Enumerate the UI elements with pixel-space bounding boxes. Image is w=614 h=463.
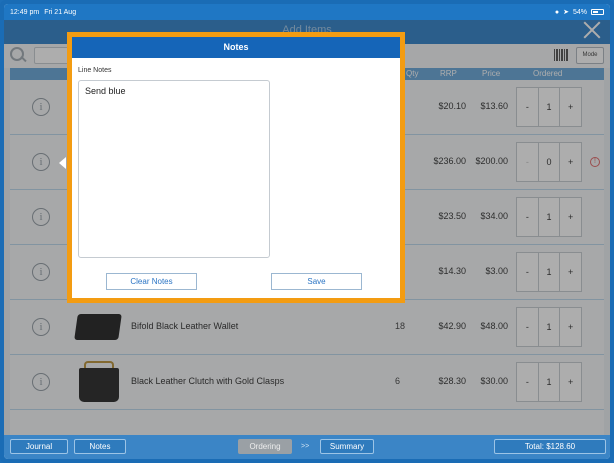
status-date: Fri 21 Aug bbox=[44, 8, 77, 16]
notes-modal: Notes Line Notes Send blue Clear Notes S… bbox=[67, 32, 405, 303]
notes-button[interactable]: Notes bbox=[74, 439, 126, 454]
bottom-toolbar: Journal Notes Ordering >> Summary Total:… bbox=[4, 435, 610, 459]
battery-icon bbox=[591, 9, 604, 15]
wifi-icon: ● bbox=[554, 8, 560, 16]
order-total[interactable]: Total: $128.60 bbox=[494, 439, 606, 454]
line-notes-field[interactable]: Send blue bbox=[78, 80, 270, 258]
line-notes-label: Line Notes bbox=[78, 67, 112, 74]
step-chevrons: >> bbox=[301, 443, 310, 450]
popover-arrow bbox=[59, 157, 66, 169]
modal-title: Notes bbox=[72, 37, 400, 58]
location-icon: ➤ bbox=[563, 9, 569, 16]
status-bar: 12:49 pm Fri 21 Aug ● ➤ 54% bbox=[4, 4, 610, 20]
clear-notes-button[interactable]: Clear Notes bbox=[106, 273, 197, 290]
summary-tab[interactable]: Summary bbox=[320, 439, 374, 454]
status-time: 12:49 pm bbox=[10, 8, 40, 16]
save-button[interactable]: Save bbox=[271, 273, 362, 290]
journal-button[interactable]: Journal bbox=[10, 439, 68, 454]
ordering-tab[interactable]: Ordering bbox=[238, 439, 292, 454]
battery-percent: 54% bbox=[572, 8, 587, 16]
status-right: ● ➤ 54% bbox=[555, 8, 604, 16]
